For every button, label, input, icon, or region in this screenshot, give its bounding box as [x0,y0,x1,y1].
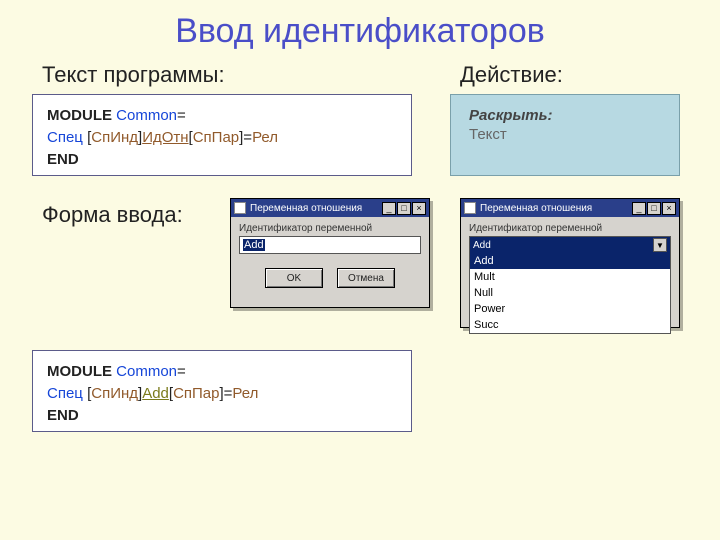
dropdown-option[interactable]: Succ [470,317,670,333]
dropdown-option[interactable]: Null [470,285,670,301]
ok-button[interactable]: OK [265,268,323,288]
close-button[interactable]: × [412,202,426,215]
eq: = [177,363,186,380]
id-common: Common [116,363,177,380]
label-input-form: Форма ввода: [42,202,183,228]
code-box-before: MODULE Common= Спец [СпИнд]ИдОтн[СпПар]=… [32,94,412,176]
input-value: Add [243,239,265,251]
chevron-down-icon[interactable]: ▼ [653,238,667,252]
id-spec: Спец [47,385,87,402]
label-action: Действие: [460,62,563,88]
code-box-after: MODULE Common= Спец [СпИнд]Add[СпПар]=Ре… [32,350,412,432]
id-sppar: СпПар [193,129,239,146]
kw-module: MODULE [47,363,116,380]
id-rel: Рел [252,129,278,146]
slide-title: Ввод идентификаторов [0,0,720,51]
kw-end: END [47,151,79,168]
kw-end: END [47,407,79,424]
field-label: Идентификатор переменной [239,223,421,234]
id-idotn: ИдОтн [142,129,188,146]
id-spind: СпИнд [91,129,138,146]
rbr-eq: ]= [219,385,232,402]
field-label: Идентификатор переменной [469,223,671,234]
id-spind: СпИнд [91,385,138,402]
window-title: Переменная отношения [250,203,378,214]
id-sppar: СпПар [173,385,219,402]
colon: : [548,107,553,124]
close-button[interactable]: × [662,202,676,215]
dropdown-current: Add [473,240,491,251]
dropdown-option[interactable]: Add [470,253,670,269]
id-add: Add [142,385,169,402]
kw-module: MODULE [47,107,116,124]
dialog-variable-input: Переменная отношения _ □ × Идентификатор… [230,198,430,308]
action-sub: Текст [469,126,661,143]
label-program-text: Текст программы: [42,62,225,88]
identifier-dropdown[interactable]: Add ▼ Add Mult Null Power Succ [469,236,671,334]
maximize-button[interactable]: □ [397,202,411,215]
titlebar[interactable]: Переменная отношения _ □ × [231,199,429,217]
id-rel: Рел [232,385,258,402]
window-title: Переменная отношения [480,203,628,214]
maximize-button[interactable]: □ [647,202,661,215]
id-spec: Спец [47,129,87,146]
minimize-button[interactable]: _ [382,202,396,215]
action-box: Раскрыть: Текст [450,94,680,176]
dropdown-list: Add Mult Null Power Succ [470,253,670,333]
minimize-button[interactable]: _ [632,202,646,215]
id-common: Common [116,107,177,124]
rbr-eq: ]= [239,129,252,146]
identifier-input[interactable]: Add [239,236,421,254]
eq: = [177,107,186,124]
app-icon [234,202,246,214]
cancel-button[interactable]: Отмена [337,268,395,288]
dialog-variable-dropdown: Переменная отношения _ □ × Идентификатор… [460,198,680,328]
app-icon [464,202,476,214]
dropdown-option[interactable]: Mult [470,269,670,285]
action-header: Раскрыть [469,107,548,124]
titlebar[interactable]: Переменная отношения _ □ × [461,199,679,217]
dropdown-option[interactable]: Power [470,301,670,317]
